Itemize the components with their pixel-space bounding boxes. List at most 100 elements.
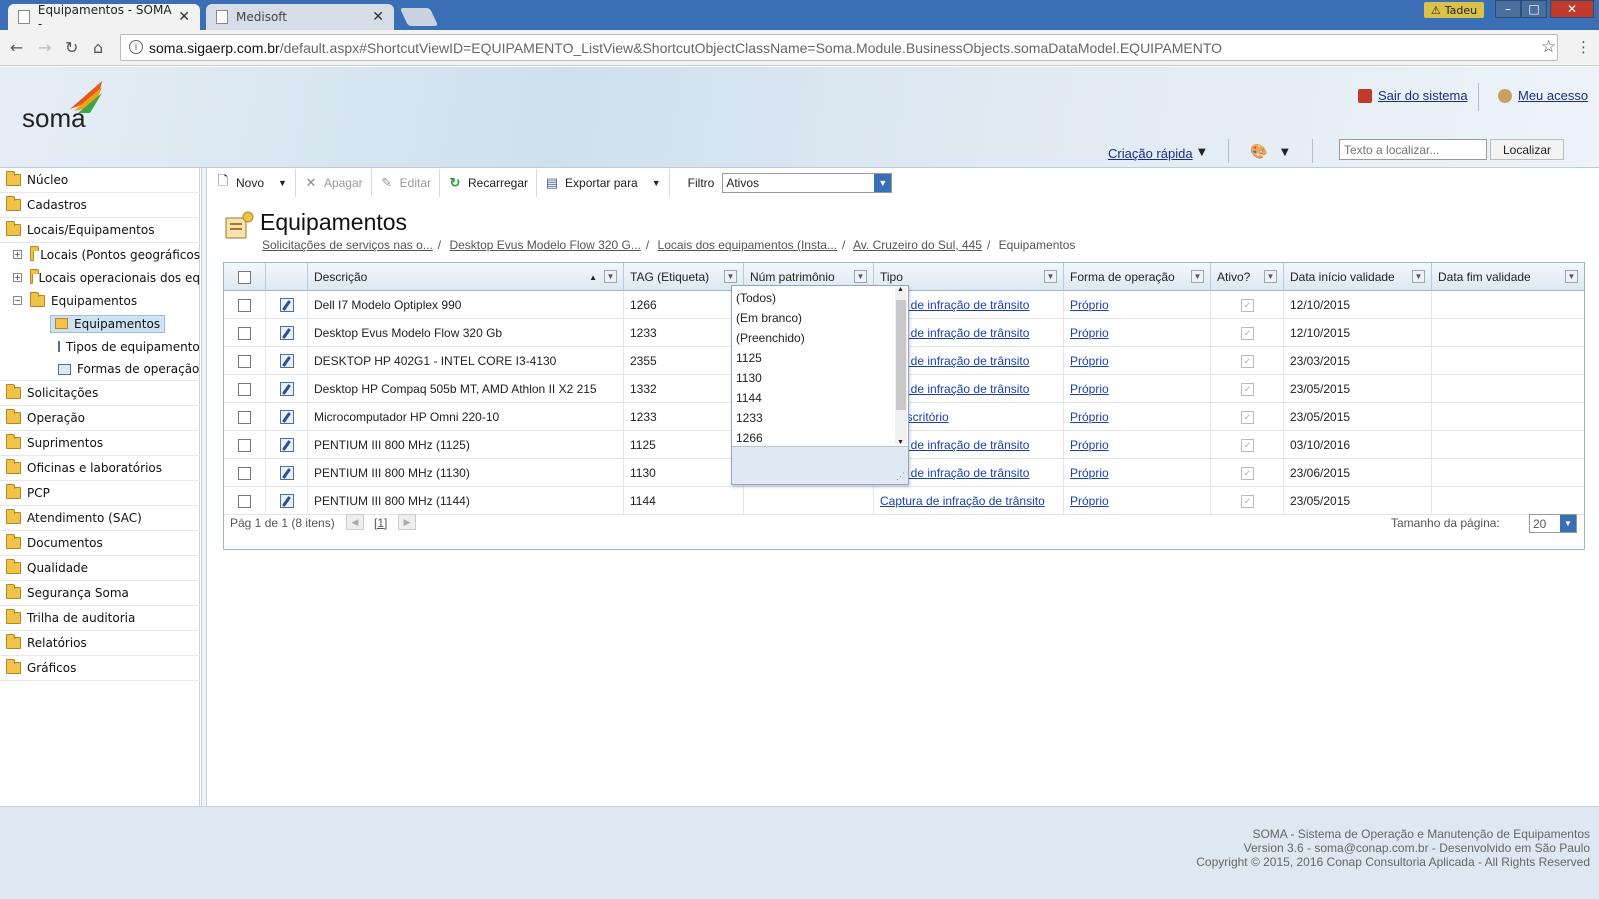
search-input[interactable] [1339,139,1487,160]
filter-icon[interactable]: ▼ [1191,270,1204,283]
sidebar-item-solicitacoes[interactable]: Solicitações [0,381,200,406]
sidebar-splitter[interactable] [201,168,207,806]
cell-forma[interactable]: Próprio [1064,459,1211,487]
resize-grip-icon[interactable]: ⋰ [896,471,905,482]
column-header-inicio[interactable]: Data início validade ▼ [1284,263,1432,291]
close-icon[interactable]: ✕ [178,9,190,25]
sidebar-item-graficos[interactable]: Gráficos [0,656,200,681]
cell-forma[interactable]: Próprio [1064,431,1211,459]
cell-forma[interactable]: Próprio [1064,291,1211,319]
url-field[interactable]: i soma.sigaerp.com.br/default.aspx#Short… [120,34,1558,61]
dropdown-option[interactable]: 1144 [736,388,762,408]
dropdown-option[interactable]: (Preenchido) [736,328,805,348]
page-size-select[interactable]: 20 ▼ [1529,514,1577,533]
home-icon[interactable]: ⌂ [93,38,103,57]
my-access-link[interactable]: Meu acesso [1498,88,1588,103]
sidebar-item-locais-operacionais[interactable]: + Locais operacionais dos eq [0,266,200,289]
sidebar-item-seguranca[interactable]: Segurança Soma [0,581,200,606]
logout-link[interactable]: Sair do sistema [1358,88,1468,103]
sidebar-item-oficinas[interactable]: Oficinas e laboratórios [0,456,200,481]
row-checkbox[interactable] [238,298,251,312]
row-checkbox[interactable] [238,410,251,424]
dropdown-option[interactable]: (Todos) [736,288,776,308]
sidebar-item-equipamentos[interactable]: Equipamentos [0,312,200,335]
row-checkbox[interactable] [238,438,251,452]
sidebar-item-locais-equipamentos[interactable]: Locais/Equipamentos [0,218,200,243]
bookmark-star-icon[interactable]: ☆ [1541,37,1556,57]
dropdown-option[interactable]: 1130 [736,368,762,388]
row-checkbox[interactable] [238,466,251,480]
cell-forma[interactable]: Próprio [1064,347,1211,375]
filter-select[interactable]: Ativos ▼ [722,173,893,193]
chevron-down-icon[interactable]: ▼ [278,178,287,188]
close-icon[interactable]: ✕ [372,9,384,25]
quick-create-link[interactable]: Criação rápida [1108,146,1193,161]
column-header-ativo[interactable]: Ativo? ▼ [1211,263,1284,291]
browser-tab-equipamentos[interactable]: Equipamentos - SOMA - ✕ [8,3,200,31]
column-header-fim[interactable]: Data fim validade ▼ [1432,263,1584,291]
sidebar-item-tipos[interactable]: Tipos de equipamentos [0,335,200,358]
cell-forma-text[interactable]: Próprio [1070,354,1109,368]
filter-icon[interactable]: ▼ [1565,270,1578,283]
scroll-up-icon[interactable]: ▲ [897,286,904,293]
filter-icon[interactable]: ▼ [604,270,617,283]
dropdown-option[interactable]: 1266 [736,428,763,448]
column-header-descricao[interactable]: Descrição ▲ ▼ [308,263,624,291]
previous-page-icon[interactable]: ◀ [346,514,364,530]
sidebar-item-nucleo[interactable]: Núcleo [0,168,200,193]
scrollbar-thumb[interactable] [896,300,906,410]
palette-icon[interactable]: 🎨 [1250,144,1267,160]
sidebar-item-trilha[interactable]: Trilha de auditoria [0,606,200,631]
edit-icon[interactable] [280,438,294,452]
cell-forma[interactable]: Próprio [1064,403,1211,431]
delete-button[interactable]: ✕ Apagar [296,169,372,197]
next-page-icon[interactable]: ▶ [398,514,416,530]
sidebar-item-formas[interactable]: Formas de operação [0,358,200,381]
row-checkbox[interactable] [238,382,251,396]
filter-icon[interactable]: ▼ [854,270,867,283]
chevron-down-icon[interactable]: ▼ [652,178,661,188]
edit-icon[interactable] [280,354,294,368]
breadcrumb-link[interactable]: Av. Cruzeiro do Sul, 445 [853,238,982,252]
chevron-down-icon[interactable]: ▼ [1281,147,1289,158]
chevron-down-icon[interactable]: ▼ [1560,515,1576,532]
cell-forma[interactable]: Próprio [1064,319,1211,347]
sidebar-item-operacao[interactable]: Operação [0,406,200,431]
row-checkbox[interactable] [238,326,251,340]
cell-forma-text[interactable]: Próprio [1070,382,1109,396]
dropdown-option[interactable]: 1233 [736,408,763,428]
sidebar-item-locais-pontos[interactable]: + Locais (Pontos geográficos [0,243,200,266]
filter-icon[interactable]: ▼ [1264,270,1277,283]
breadcrumb-link[interactable]: Locais dos equipamentos (Insta... [658,238,837,252]
edit-icon[interactable] [280,298,294,312]
filter-icon[interactable]: ▼ [1412,270,1425,283]
dropdown-option[interactable]: (Em branco) [736,308,802,328]
find-button[interactable]: Localizar [1490,139,1564,160]
new-button[interactable]: 🗋 Novo ▼ [208,169,296,197]
collapse-icon[interactable]: − [13,296,22,305]
cell-forma[interactable]: Próprio [1064,375,1211,403]
cell-forma-text[interactable]: Próprio [1070,326,1109,340]
scroll-down-icon[interactable]: ▼ [897,439,904,446]
expand-icon[interactable]: + [13,273,22,282]
profile-badge[interactable]: ⚠ Tadeu [1424,2,1484,18]
select-all-checkbox[interactable] [238,270,251,284]
cell-forma-text[interactable]: Próprio [1070,410,1109,424]
browser-tab-medisoft[interactable]: Medisoft ✕ [206,4,394,30]
sidebar-item-suprimentos[interactable]: Suprimentos [0,431,200,456]
chevron-down-icon[interactable]: ▼ [874,174,892,192]
dropdown-option[interactable]: 1125 [736,348,762,368]
expand-icon[interactable]: + [13,250,22,259]
sidebar-item-documentos[interactable]: Documentos [0,531,200,556]
sidebar-item-equipamentos-group[interactable]: − Equipamentos [0,289,200,312]
reload-button[interactable]: ↻ Recarregar [440,169,538,197]
sidebar-item-pcp[interactable]: PCP [0,481,200,506]
edit-icon[interactable] [280,382,294,396]
reload-icon[interactable]: ↻ [65,38,78,57]
sidebar-item-atendimento[interactable]: Atendimento (SAC) [0,506,200,531]
edit-icon[interactable] [280,410,294,424]
chevron-down-icon[interactable]: ▼ [1198,147,1206,158]
new-tab-button[interactable] [399,8,439,26]
column-header-tag[interactable]: TAG (Etiqueta) ▼ [624,263,744,291]
cell-forma-text[interactable]: Próprio [1070,438,1109,452]
